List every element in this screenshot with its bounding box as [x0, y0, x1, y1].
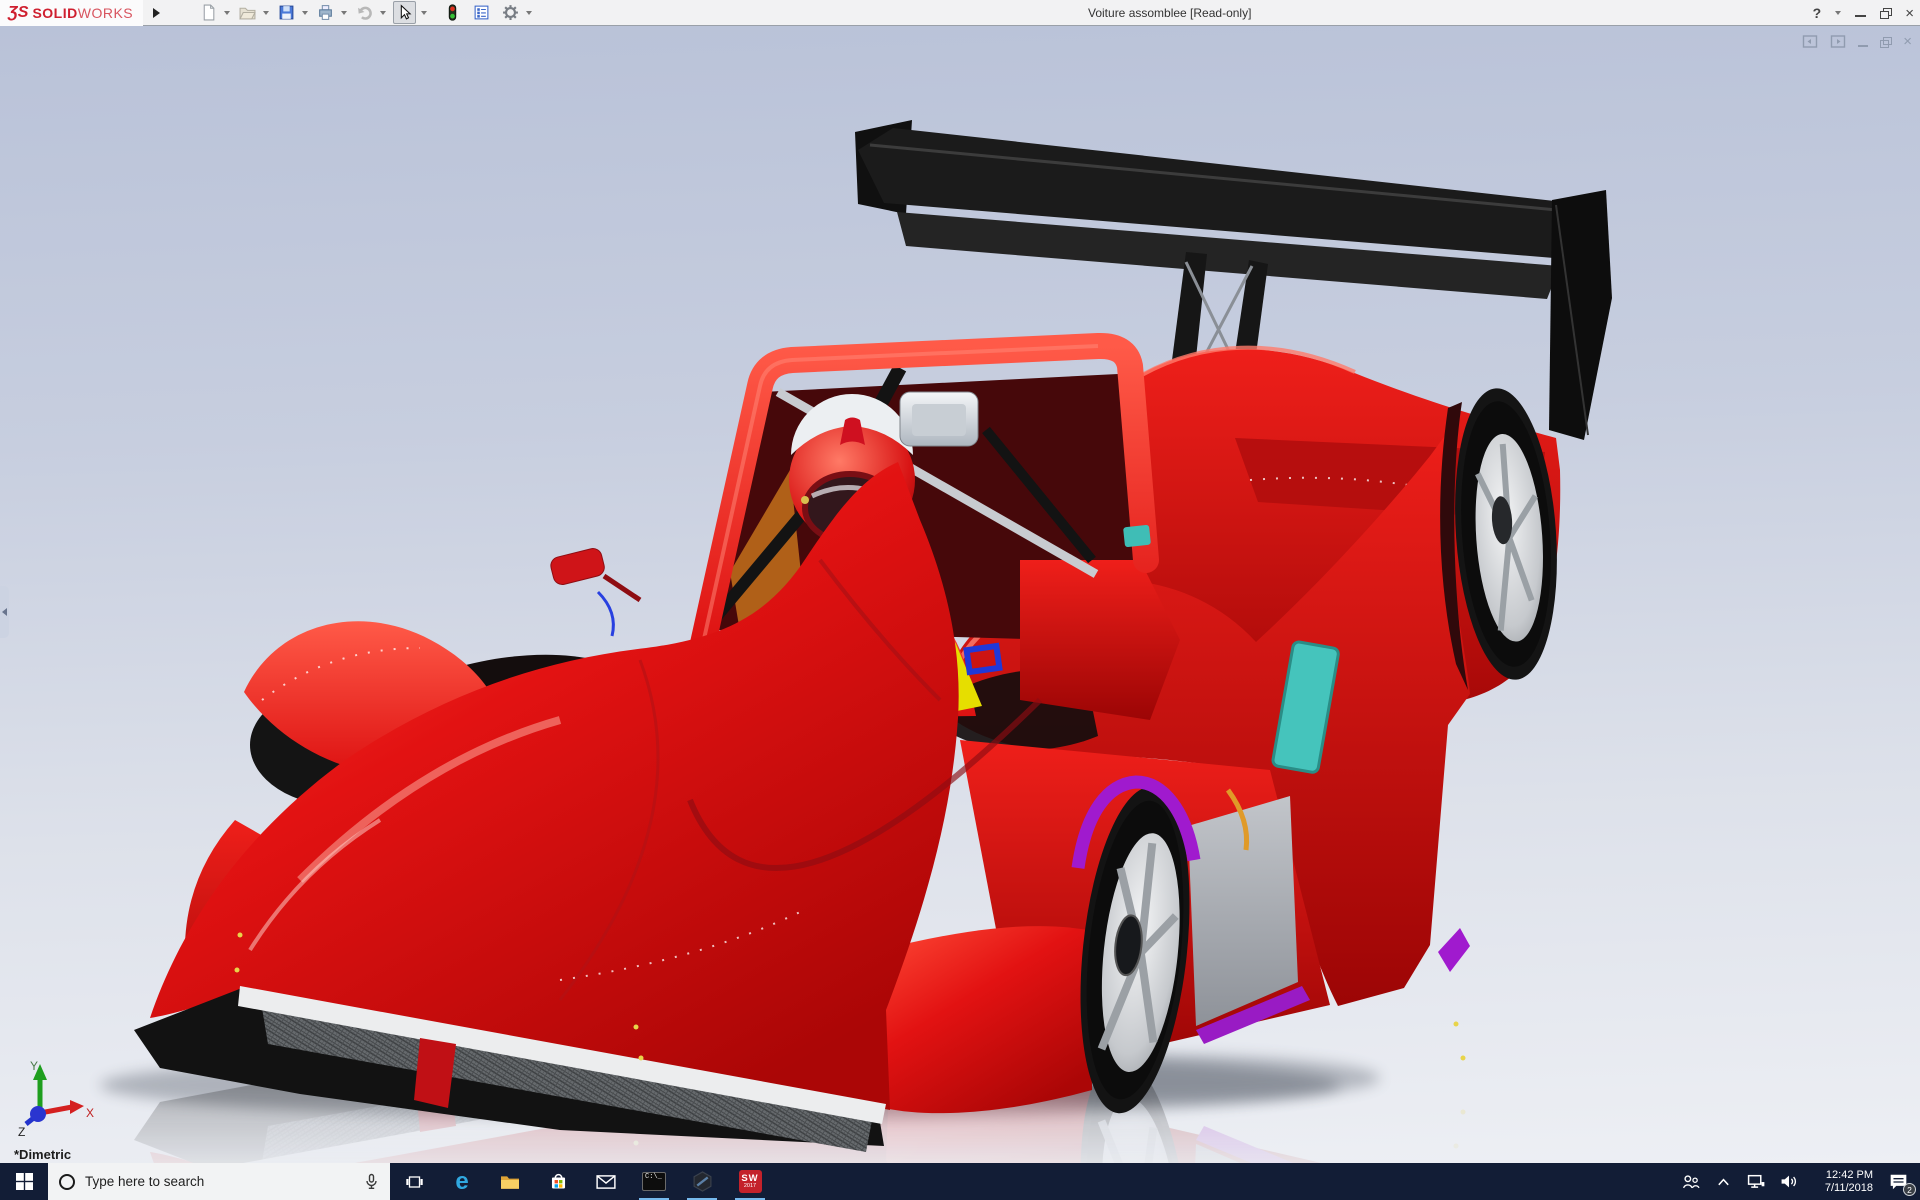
people-icon	[1682, 1175, 1700, 1189]
task-view-button[interactable]	[390, 1163, 438, 1200]
search-input[interactable]: Type here to search	[48, 1163, 390, 1200]
gear-icon	[503, 5, 519, 20]
taskbar-item-file-explorer[interactable]	[486, 1163, 534, 1200]
doc-minimize-button[interactable]	[1858, 44, 1869, 47]
document-window-controls: ×	[1802, 34, 1912, 49]
print-icon	[319, 5, 332, 20]
command-prompt-icon: C:\_	[642, 1172, 666, 1191]
ethernet-icon	[1747, 1174, 1765, 1188]
volume-button[interactable]	[1776, 1163, 1802, 1200]
save-dropdown[interactable]	[302, 10, 309, 15]
window-controls: ? ×	[1813, 0, 1914, 26]
traffic-light-icon	[448, 4, 457, 21]
3ds-logo-icon: ƷS	[8, 3, 29, 21]
help-dropdown[interactable]	[1835, 11, 1842, 15]
new-document-dropdown[interactable]	[224, 10, 231, 15]
triad-z-label: Z	[18, 1125, 25, 1139]
select-cursor-icon	[400, 4, 412, 20]
feature-properties-button[interactable]	[471, 2, 492, 23]
properties-list-icon	[474, 5, 489, 20]
doc-close-button[interactable]: ×	[1903, 34, 1912, 49]
taskbar-clock[interactable]: 12:42 PM 7/11/2018	[1809, 1169, 1875, 1195]
search-placeholder: Type here to search	[85, 1174, 205, 1189]
tile-left-icon[interactable]	[1802, 34, 1818, 49]
microphone-icon[interactable]	[363, 1173, 380, 1190]
new-document-icon	[203, 4, 215, 21]
save-button[interactable]	[276, 2, 297, 23]
minimize-button[interactable]	[1855, 15, 1867, 17]
people-button[interactable]	[1677, 1163, 1703, 1200]
tile-right-icon[interactable]	[1830, 34, 1846, 49]
triad-x-label: X	[86, 1106, 94, 1120]
view-orientation-label: *Dimetric	[14, 1147, 71, 1162]
orientation-triad: Y X Z	[18, 1059, 94, 1139]
speaker-icon	[1781, 1175, 1796, 1188]
title-bar: ƷS SOLID WORKS Voiture assomblee [Read-o…	[0, 0, 1920, 26]
clock-date: 7/11/2018	[1824, 1181, 1873, 1194]
task-view-icon	[405, 1175, 423, 1188]
doc-restore-button[interactable]	[1880, 36, 1893, 48]
system-tray: 12:42 PM 7/11/2018 2	[1677, 1163, 1920, 1200]
network-button[interactable]	[1743, 1163, 1769, 1200]
chevron-up-icon	[1717, 1178, 1729, 1185]
taskbar-item-edge[interactable]: e	[438, 1163, 486, 1200]
open-folder-icon	[239, 7, 256, 20]
solidworks-logo: ƷS SOLID WORKS	[0, 0, 144, 26]
hexagon-app-icon	[693, 1171, 711, 1192]
cortana-icon	[59, 1173, 75, 1190]
display-states-button[interactable]	[442, 2, 463, 23]
taskbar-item-store[interactable]	[534, 1163, 582, 1200]
graphics-viewport[interactable]: × Y X Z *Dimetric	[0, 26, 1920, 1163]
options-button[interactable]	[500, 2, 521, 23]
triad-y-label: Y	[30, 1059, 38, 1073]
quick-access-toolbar	[198, 1, 537, 24]
undo-dropdown[interactable]	[380, 10, 387, 15]
start-button[interactable]	[0, 1163, 48, 1200]
print-dropdown[interactable]	[341, 10, 348, 15]
restore-button[interactable]	[1880, 8, 1893, 19]
save-floppy-icon	[279, 5, 294, 20]
help-button[interactable]: ?	[1813, 5, 1822, 21]
action-center-button[interactable]: 2	[1882, 1163, 1916, 1200]
notification-badge: 2	[1903, 1183, 1916, 1196]
panel-collapse-tab[interactable]	[0, 586, 9, 638]
mail-icon	[596, 1174, 616, 1189]
toolbar-expand-icon[interactable]	[153, 7, 161, 18]
taskbar-item-command-prompt[interactable]: C:\_	[630, 1163, 678, 1200]
clock-time: 12:42 PM	[1825, 1168, 1873, 1181]
hidden-icons-chevron[interactable]	[1710, 1163, 1736, 1200]
car-model[interactable]: Y X Z *Dimetric	[0, 26, 1920, 1163]
windows-logo-icon	[15, 1173, 33, 1190]
undo-button[interactable]	[354, 2, 375, 23]
select-tool-button[interactable]	[393, 1, 417, 24]
taskbar-item-solidworks[interactable]: SW 2017	[726, 1163, 774, 1200]
options-dropdown[interactable]	[526, 10, 533, 15]
open-dropdown[interactable]	[263, 10, 270, 15]
print-button[interactable]	[315, 2, 336, 23]
solidworks-icon: SW 2017	[738, 1170, 762, 1193]
window-title: Voiture assomblee [Read-only]	[1088, 6, 1252, 20]
select-dropdown[interactable]	[421, 10, 428, 15]
store-icon	[551, 1173, 565, 1189]
new-document-button[interactable]	[198, 2, 219, 23]
windows-taskbar: Type here to search e C:\_ SW 2017 12:42…	[0, 1163, 1920, 1200]
close-button[interactable]: ×	[1905, 6, 1914, 21]
undo-icon	[358, 6, 372, 20]
taskbar-item-hexagon-app[interactable]	[678, 1163, 726, 1200]
taskbar-item-mail[interactable]	[582, 1163, 630, 1200]
open-button[interactable]	[237, 2, 258, 23]
edge-icon: e	[455, 1167, 469, 1195]
file-explorer-icon	[501, 1175, 519, 1189]
